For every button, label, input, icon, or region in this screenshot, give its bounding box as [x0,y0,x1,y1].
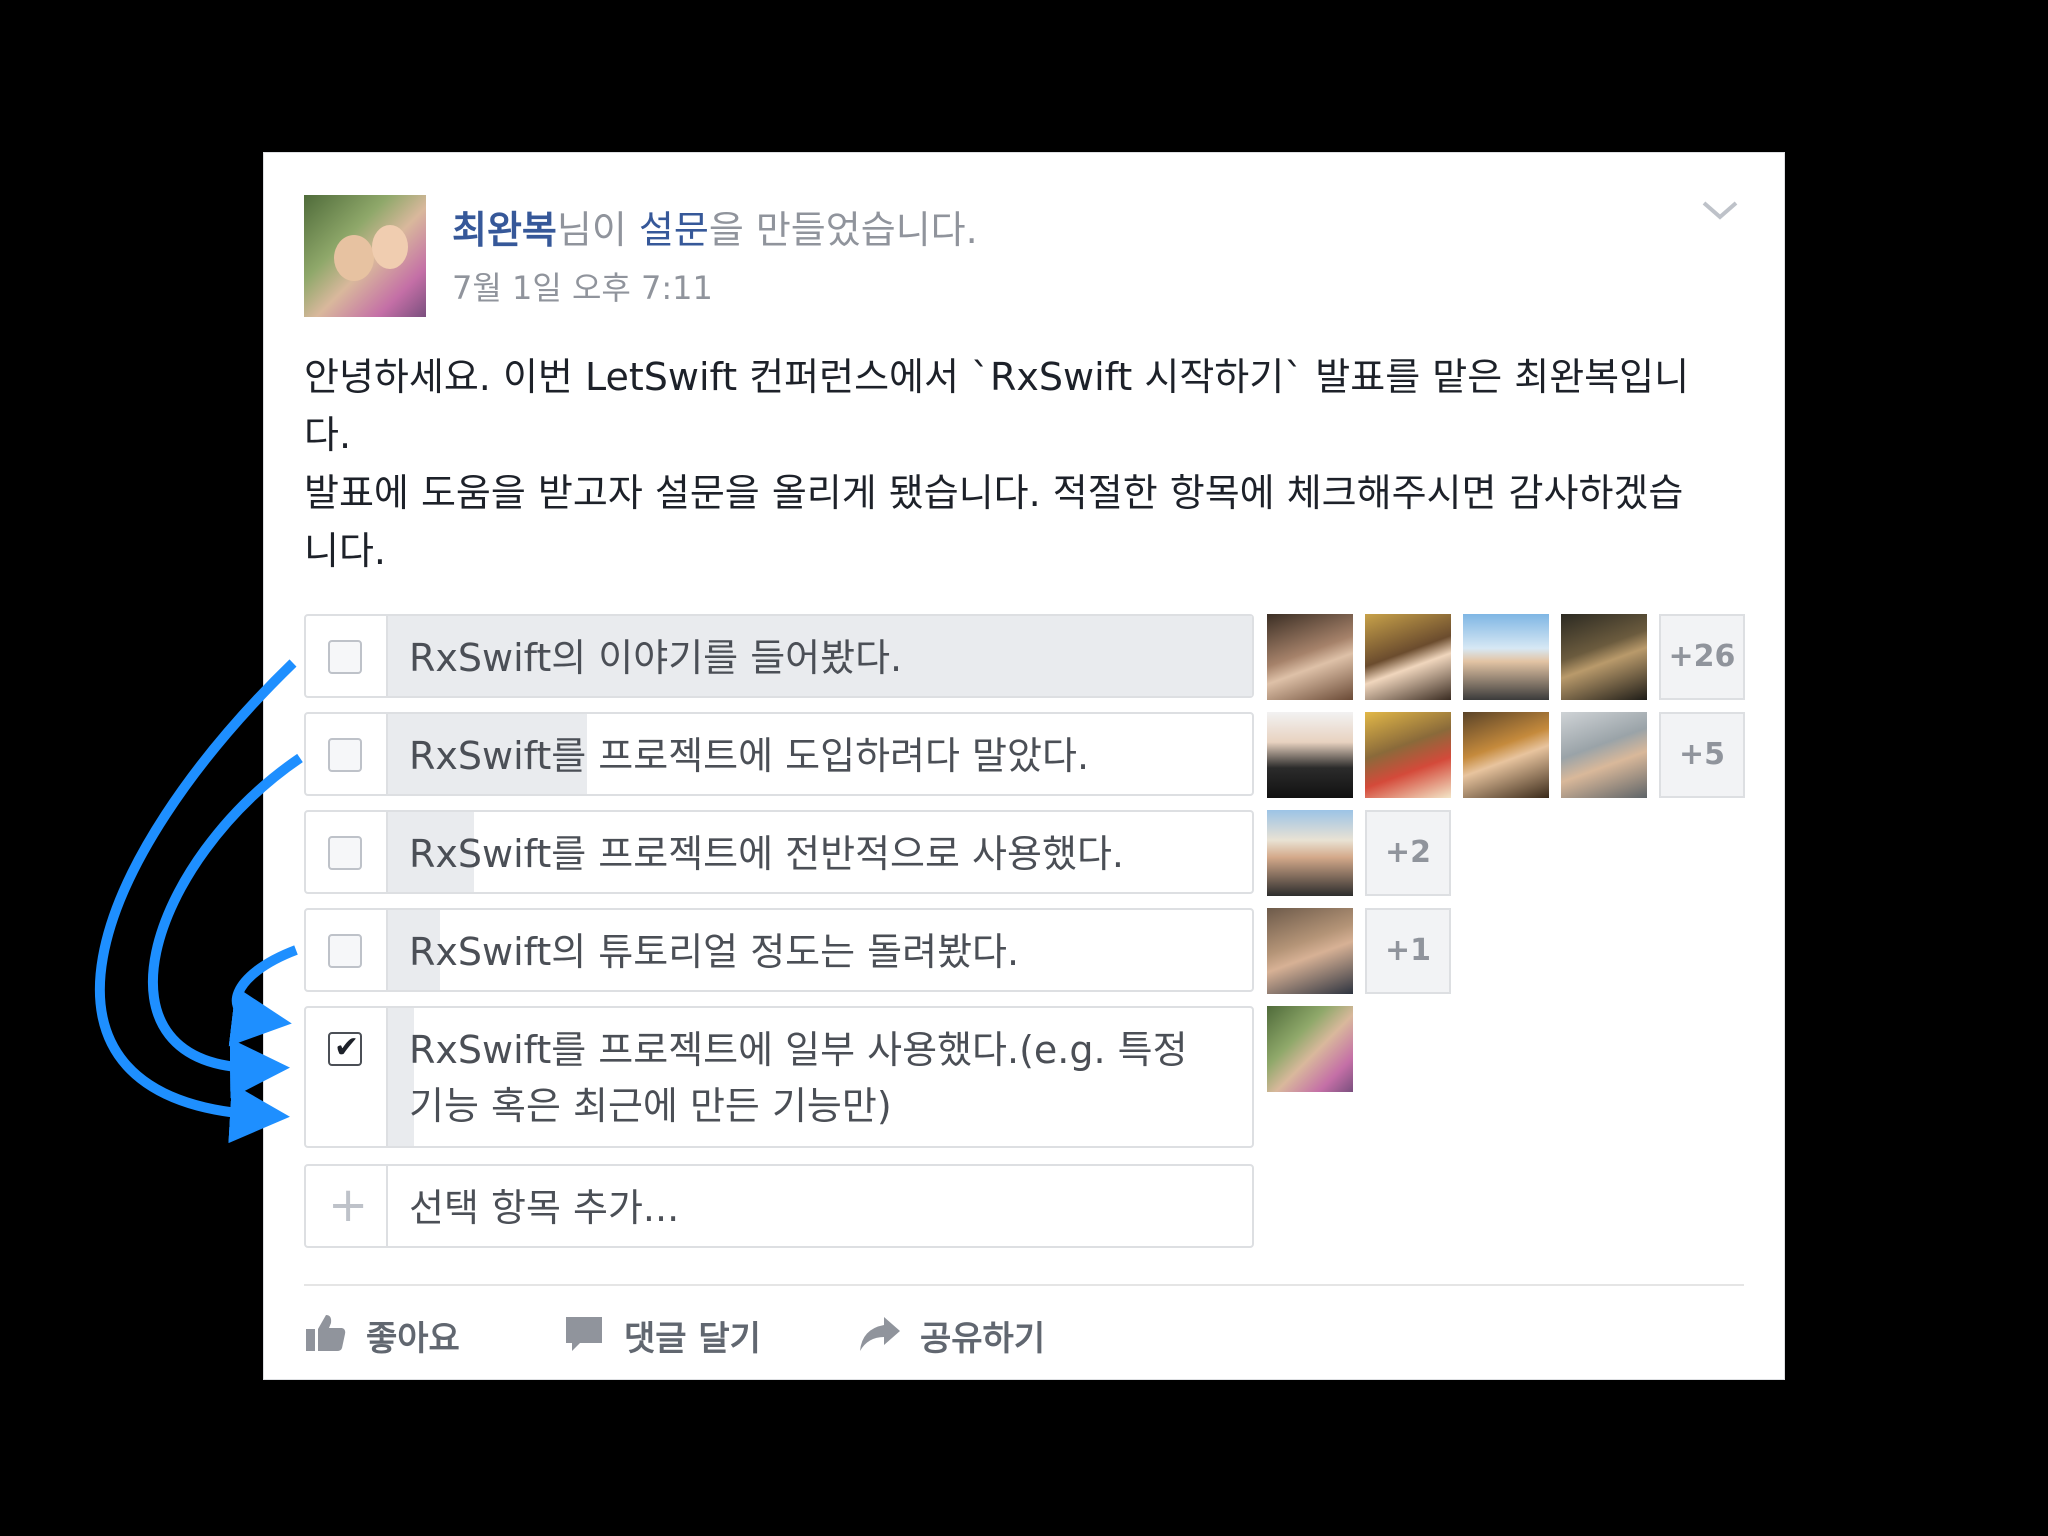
arrow-long [94,659,297,1144]
annotation-arrows [94,659,303,1144]
arrow-short [228,945,298,1047]
